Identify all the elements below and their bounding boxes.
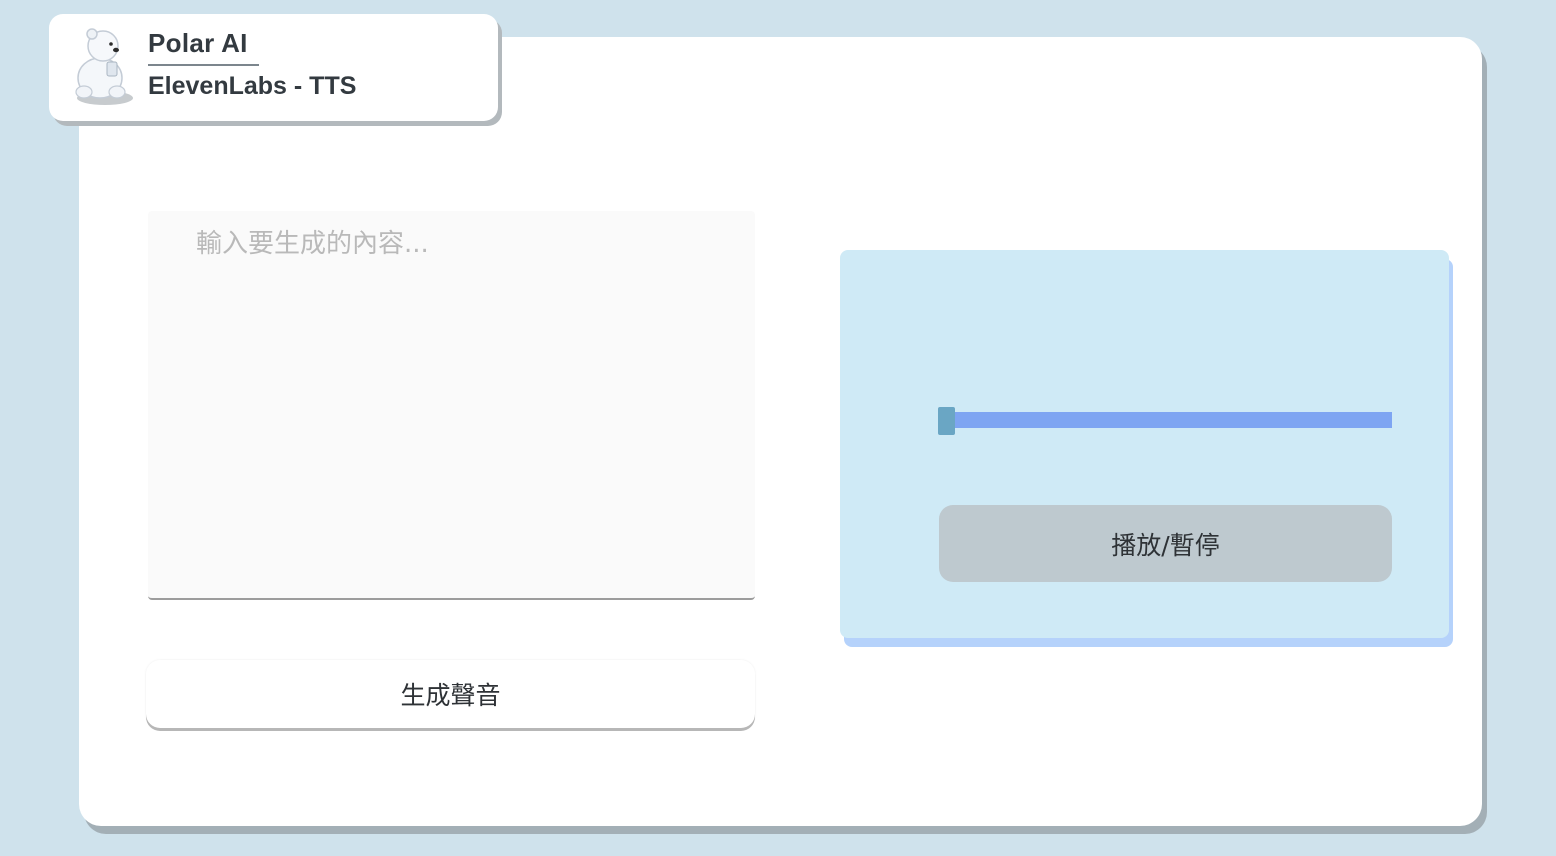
progress-slider-track[interactable]	[938, 412, 1392, 428]
play-pause-button[interactable]: 播放/暫停	[939, 505, 1392, 582]
tts-text-input[interactable]: 輸入要生成的內容...	[148, 211, 755, 600]
app-header: Polar AI ElevenLabs - TTS	[49, 14, 498, 121]
generate-voice-button[interactable]: 生成聲音	[146, 660, 755, 728]
app-title: Polar AI	[148, 28, 248, 58]
progress-slider-thumb[interactable]	[938, 407, 955, 435]
polar-bear-icon	[75, 28, 133, 105]
app-subtitle: ElevenLabs - TTS	[148, 72, 357, 100]
tts-text-placeholder: 輸入要生成的內容...	[196, 229, 429, 259]
audio-player-panel: 播放/暫停	[840, 250, 1449, 638]
title-underline	[148, 64, 259, 66]
